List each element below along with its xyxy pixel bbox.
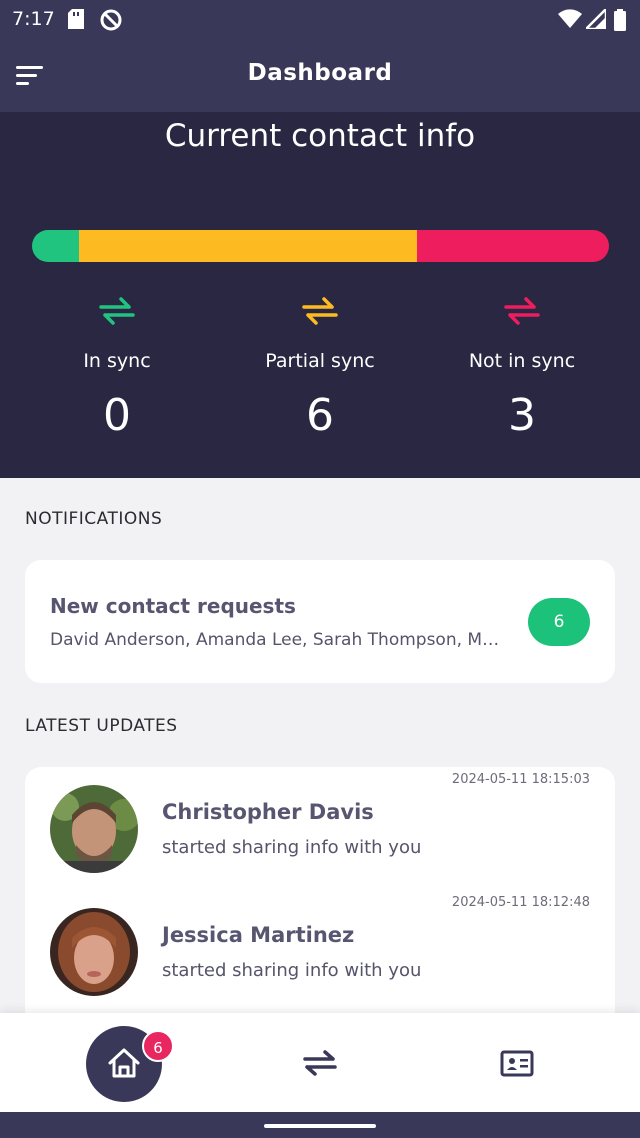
battery-icon (614, 9, 626, 35)
status-bar: 7:17 (0, 0, 640, 40)
latest-updates-heading: LATEST UPDATES (25, 716, 178, 736)
latest-updates-list: Christopher Davis started sharing info w… (25, 767, 615, 1027)
stat-label: Partial sync (265, 350, 375, 372)
stat-count: 6 (306, 390, 334, 441)
sync-arrows-icon (303, 1050, 337, 1076)
update-timestamp: 2024-05-11 18:12:48 (451, 895, 590, 910)
nav-sync-button[interactable] (300, 1043, 340, 1083)
stat-partial-sync[interactable]: Partial sync 6 (220, 296, 420, 441)
home-gesture-handle[interactable] (264, 1124, 376, 1128)
sync-status-bar (32, 230, 609, 262)
sync-arrows-icon (302, 297, 338, 325)
avatar (50, 908, 138, 996)
sync-arrows-icon (99, 297, 135, 325)
home-notification-badge: 6 (142, 1030, 174, 1062)
new-contact-requests-card[interactable]: New contact requests David Anderson, Ama… (25, 560, 615, 683)
notification-title: New contact requests (50, 594, 296, 618)
blocked-notification-icon (100, 9, 122, 35)
list-item[interactable]: Christopher Davis started sharing info w… (25, 767, 615, 890)
stat-not-in-sync[interactable]: Not in sync 3 (422, 296, 622, 441)
stat-label: In sync (83, 350, 151, 372)
update-contact-name: Jessica Martinez (162, 923, 355, 947)
request-count-badge: 6 (528, 598, 590, 646)
contact-card-icon (500, 1050, 534, 1077)
cell-signal-icon (582, 5, 608, 33)
update-timestamp: 2024-05-11 18:15:03 (451, 772, 590, 787)
nav-contacts-button[interactable] (497, 1043, 537, 1083)
update-description: started sharing info with you (162, 960, 422, 981)
system-navigation-bar (0, 1112, 640, 1138)
list-item[interactable]: Jessica Martinez started sharing info wi… (25, 890, 615, 1013)
notifications-heading: NOTIFICATIONS (25, 509, 163, 529)
stat-count: 3 (508, 390, 536, 441)
status-time: 7:17 (12, 8, 55, 30)
stat-in-sync[interactable]: In sync 0 (17, 296, 217, 441)
sd-card-icon (68, 9, 84, 33)
in-sync-segment (32, 230, 79, 262)
partial-sync-segment (79, 230, 417, 262)
contact-info-summary: Current contact info In sync 0 Partial s… (0, 112, 640, 478)
update-description: started sharing info with you (162, 837, 422, 858)
bottom-navigation: 6 (0, 1013, 640, 1112)
sync-arrows-icon (504, 297, 540, 325)
page-title: Dashboard (247, 60, 393, 86)
avatar (50, 785, 138, 873)
app-bar: Dashboard (0, 40, 640, 112)
not-in-sync-segment (417, 230, 609, 262)
update-contact-name: Christopher Davis (162, 800, 374, 824)
notification-names: David Anderson, Amanda Lee, Sarah Thomps… (50, 630, 505, 650)
wifi-icon (558, 9, 582, 33)
stat-count: 0 (103, 390, 131, 441)
summary-title: Current contact info (164, 118, 476, 154)
stat-label: Not in sync (468, 350, 576, 372)
